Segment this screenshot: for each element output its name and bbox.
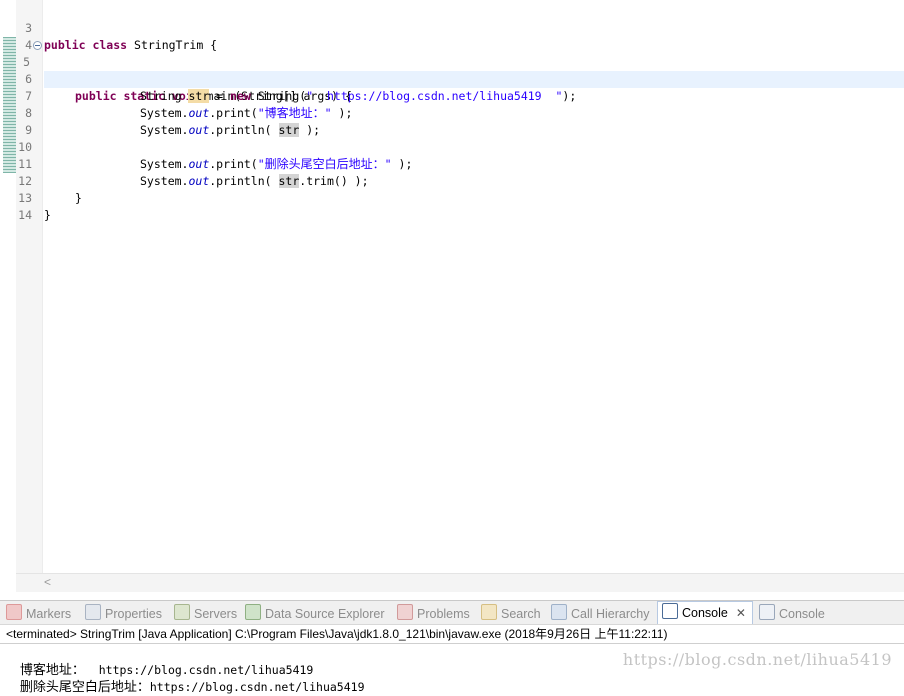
console-icon	[759, 604, 775, 620]
code-line[interactable]: 10 System.out.print("删除头尾空白后地址：" );	[0, 122, 904, 171]
code-editor[interactable]: 3 public class StringTrim { 4 5 public s…	[0, 0, 904, 593]
console-text: https://blog.csdn.net/lihua5419	[149, 680, 365, 694]
tab-label: Markers	[26, 607, 72, 621]
tab-search[interactable]: Search	[481, 604, 541, 622]
console-output-line[interactable]: 删除头尾空白后地址：https://blog.csdn.net/lihua541…	[6, 662, 365, 695]
view-tab-bar: Markers Properties Servers Data Source E…	[0, 600, 904, 625]
code-line[interactable]: 14	[0, 190, 904, 222]
code-line[interactable]: 13 }	[0, 173, 904, 222]
tab-servers[interactable]: Servers	[174, 604, 237, 622]
tab-label: Console	[682, 606, 728, 620]
code-line[interactable]: 4	[0, 20, 904, 52]
scroll-left-arrow-icon[interactable]: <	[44, 575, 51, 589]
code-line[interactable]: 8 System.out.println( str );	[0, 88, 904, 137]
properties-icon	[85, 604, 101, 620]
call-hierarchy-icon	[551, 604, 567, 620]
tab-label: Problems	[417, 607, 470, 621]
code-line[interactable]: 7 System.out.print("博客地址：" );	[0, 71, 904, 120]
tab-console[interactable]: Console	[759, 604, 825, 622]
tab-console-active[interactable]: Console ✕	[657, 601, 753, 624]
servers-icon	[174, 604, 190, 620]
tab-properties[interactable]: Properties	[85, 604, 162, 622]
close-icon[interactable]: ✕	[736, 602, 746, 624]
code-line[interactable]: 11 System.out.println( str.trim() );	[0, 139, 904, 188]
console-status-header: <terminated> StringTrim [Java Applicatio…	[6, 627, 668, 641]
tab-call-hierarchy[interactable]: Call Hierarchy	[551, 604, 650, 622]
tab-problems[interactable]: Problems	[397, 604, 470, 622]
tab-markers[interactable]: Markers	[6, 604, 71, 622]
tab-label: Properties	[105, 607, 162, 621]
code-text: }	[44, 208, 51, 222]
tab-label: Servers	[194, 607, 238, 621]
tab-label: Console	[779, 607, 825, 621]
code-line[interactable]: 3 public class StringTrim {	[0, 3, 904, 52]
problems-icon	[397, 604, 413, 620]
code-line[interactable]: 6 String str = new String(" https://blog…	[0, 54, 904, 103]
console-divider	[0, 643, 904, 644]
watermark: https://blog.csdn.net/lihua5419	[622, 650, 892, 669]
search-icon	[481, 604, 497, 620]
tab-label: Search	[501, 607, 541, 621]
console-icon	[662, 603, 678, 619]
horizontal-scrollbar[interactable]: <	[16, 573, 904, 592]
tab-label: Data Source Explorer	[265, 607, 385, 621]
code-line[interactable]: 9	[0, 105, 904, 137]
console-text-cjk: 删除头尾空白后地址：	[19, 680, 150, 695]
tab-data-source-explorer[interactable]: Data Source Explorer	[245, 604, 385, 622]
line-number: 14	[18, 208, 32, 222]
console-output-line[interactable]: 博客地址： https://blog.csdn.net/lihua5419	[6, 645, 314, 678]
tab-label: Call Hierarchy	[571, 607, 650, 621]
data-source-icon	[245, 604, 261, 620]
code-line[interactable]: 12 }	[0, 156, 904, 205]
fold-collapse-icon[interactable]	[33, 41, 42, 50]
code-line[interactable]: 5 public static void main(String[] args)…	[0, 37, 904, 103]
markers-icon	[6, 604, 22, 620]
